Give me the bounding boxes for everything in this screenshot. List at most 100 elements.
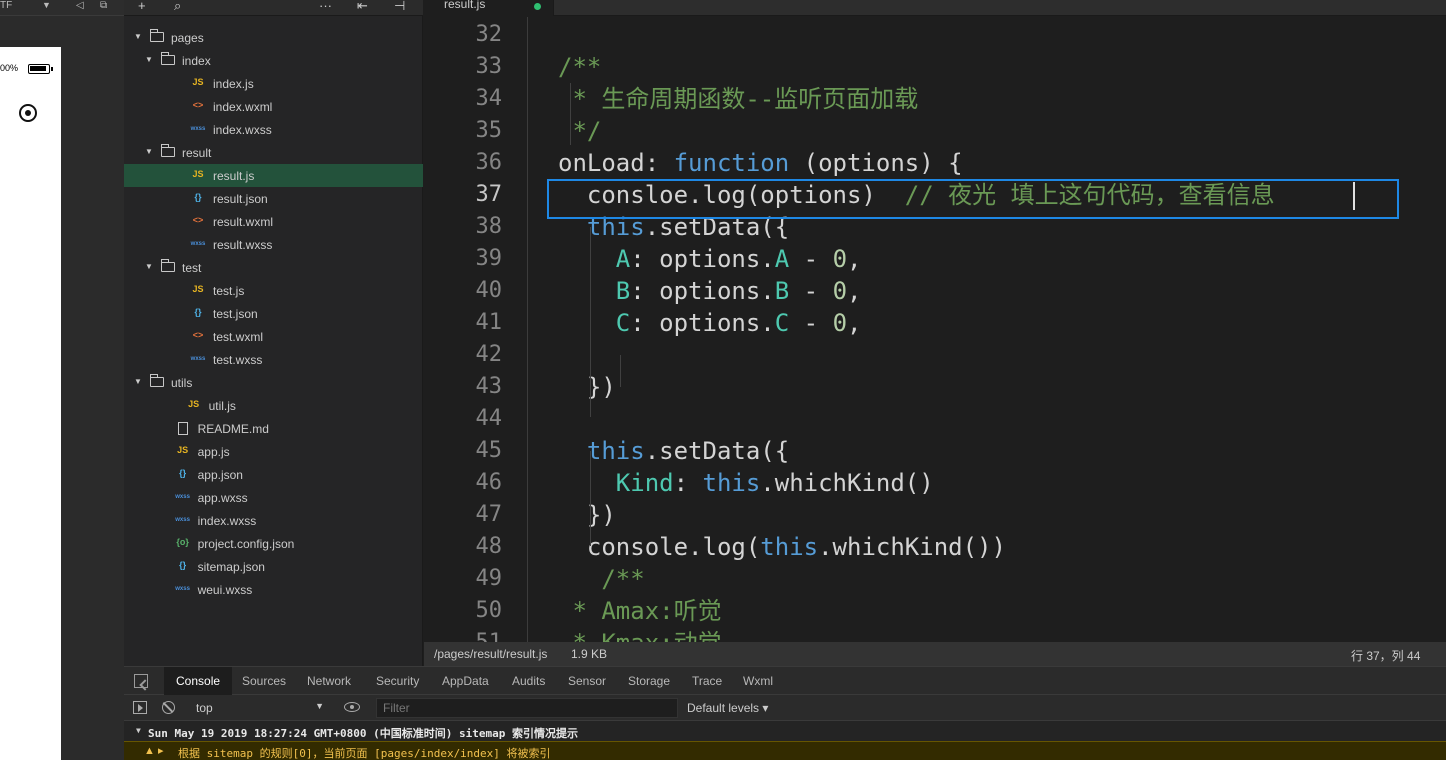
tree-item[interactable]: {} test.json (124, 302, 423, 325)
tree-item[interactable]: wxss index.wxss (124, 509, 423, 532)
log-group-text: Sun May 19 2019 18:27:24 GMT+0800 (中国标准时… (148, 727, 579, 740)
tree-item[interactable]: {} app.json (124, 463, 423, 486)
more-icon[interactable]: ··· (319, 0, 332, 13)
chevron-down-icon[interactable]: ▼ (145, 147, 153, 156)
status-bar: /pages/result/result.js 1.9 KB 行 37，列 44 (424, 642, 1446, 666)
devtools-tabbar: Console Sources Network Security AppData Audi… (124, 667, 1446, 695)
console-log: ▼ Sun May 19 2019 18:27:24 GMT+0800 (中国标… (124, 721, 1446, 760)
code-editor[interactable]: 32 33 /** 34 * 生命周期函数--监听页面加载 35 */ 36 onLoad:… (424, 17, 1446, 642)
json-file-icon: {} (179, 468, 187, 478)
inspect-element-icon[interactable] (134, 674, 148, 688)
chevron-down-icon[interactable]: ▼ (145, 55, 153, 64)
tab-network[interactable]: Network (295, 667, 363, 695)
code-line[interactable]: }) (558, 371, 616, 403)
wxss-file-icon: wxss (190, 356, 206, 362)
chevron-down-icon[interactable]: ▼ (42, 0, 51, 10)
tree-item-label: test.js (213, 284, 245, 298)
code-line[interactable]: console.log(this.whichKind()) (558, 531, 1006, 563)
record-button-icon[interactable] (19, 104, 37, 122)
code-line[interactable]: C: options.C - 0, (558, 307, 862, 339)
code-token: console.log( (558, 533, 761, 561)
code-line[interactable]: A: options.A - 0, (558, 243, 862, 275)
line-number: 32 (475, 22, 503, 47)
tree-item[interactable]: ▼ utils (124, 371, 423, 394)
tab-wxml[interactable]: Wxml (731, 667, 785, 695)
device-select[interactable]: TF (0, 0, 12, 11)
cursor-position[interactable]: 行 37，列 44 (1351, 647, 1420, 664)
copy-icon[interactable]: ⧉ (100, 0, 107, 11)
tree-item[interactable]: wxss weui.wxss (124, 578, 423, 601)
code-line[interactable]: * Amax:听觉 (558, 595, 721, 627)
line-number: 45 (475, 438, 503, 463)
code-token: 0 (832, 245, 848, 273)
code-line[interactable]: /** (558, 51, 601, 83)
wxml-file-icon: <> (192, 330, 204, 340)
tree-item[interactable]: wxss test.wxss (124, 348, 423, 371)
tab-audits[interactable]: Audits (500, 667, 557, 695)
indent-guide (570, 83, 571, 145)
code-line[interactable]: * 生命周期函数--监听页面加载 (558, 83, 918, 115)
code-line[interactable]: }) (558, 499, 616, 531)
battery-icon (28, 64, 53, 74)
expand-arrow-icon[interactable]: ▼ (136, 726, 141, 735)
code-line[interactable]: /** (558, 563, 644, 595)
code-line[interactable]: */ (558, 115, 601, 147)
tree-item[interactable]: ▼ index (124, 49, 423, 72)
tree-item[interactable]: JS result.js (124, 164, 423, 187)
tree-item[interactable]: ▼ test (124, 256, 423, 279)
code-token: Kind (558, 469, 674, 497)
code-line[interactable]: B: options.B - 0, (558, 275, 862, 307)
code-line[interactable]: this.setData({ (558, 435, 789, 467)
log-levels-select[interactable]: Default levels ▾ (687, 701, 768, 715)
code-token: .whichKind()) (818, 533, 1006, 561)
log-warning-text: 根据 sitemap 的规则[0]，当前页面 [pages/index/inde… (178, 747, 551, 760)
tab-result-js[interactable]: result.js (424, 0, 554, 16)
tab-sources[interactable]: Sources (230, 667, 298, 695)
tree-item[interactable]: ▼ result (124, 141, 423, 164)
tab-sensor[interactable]: Sensor (556, 667, 618, 695)
tree-item[interactable]: <> test.wxml (124, 325, 423, 348)
tree-item[interactable]: JS index.js (124, 72, 423, 95)
tab-appdata[interactable]: AppData (430, 667, 501, 695)
tab-storage[interactable]: Storage (616, 667, 682, 695)
tree-item[interactable]: README.md (124, 417, 423, 440)
chevron-down-icon[interactable]: ▼ (134, 32, 142, 41)
tab-trace[interactable]: Trace (680, 667, 734, 695)
split-icon[interactable]: ⊣ (394, 0, 405, 14)
add-file-icon[interactable]: + (138, 0, 146, 13)
chevron-down-icon[interactable]: ▼ (145, 262, 153, 271)
tree-item[interactable]: ▼ pages (124, 26, 423, 49)
tree-item[interactable]: wxss result.wxss (124, 233, 423, 256)
volume-icon[interactable]: ◁ (76, 0, 84, 11)
tree-item[interactable]: wxss app.wxss (124, 486, 423, 509)
tree-item[interactable]: {} sitemap.json (124, 555, 423, 578)
tree-item-label: test.json (213, 307, 258, 321)
tree-item[interactable]: JS test.js (124, 279, 423, 302)
tree-item-label: sitemap.json (197, 560, 265, 574)
tree-item[interactable]: {} result.json (124, 187, 423, 210)
code-line[interactable]: onLoad: function (options) { (558, 147, 963, 179)
code-token: A (558, 245, 631, 273)
folder-icon (161, 144, 175, 157)
code-line[interactable]: Kind: this.whichKind() (558, 467, 934, 499)
code-line[interactable]: * Kmax:动觉 (558, 627, 721, 642)
tree-item[interactable]: <> result.wxml (124, 210, 423, 233)
tree-item[interactable]: JS util.js (124, 394, 423, 417)
tab-console[interactable]: Console (164, 667, 233, 695)
line-number: 41 (475, 310, 503, 335)
line-number: 49 (475, 566, 503, 591)
search-icon[interactable]: ⌕ (174, 0, 181, 14)
context-select[interactable]: top ▼ (188, 698, 328, 718)
tree-item[interactable]: JS app.js (124, 440, 423, 463)
tree-item[interactable]: {o} project.config.json (124, 532, 423, 555)
console-filter-input[interactable] (376, 698, 678, 718)
tree-item[interactable]: wxss index.wxss (124, 118, 423, 141)
tab-security[interactable]: Security (364, 667, 431, 695)
code-token: function (673, 149, 790, 177)
collapse-icon[interactable]: ⇤ (357, 0, 368, 14)
live-expression-eye-icon[interactable] (344, 702, 360, 712)
tree-item[interactable]: <> index.wxml (124, 95, 423, 118)
show-sidebar-icon[interactable] (133, 701, 147, 714)
clear-console-icon[interactable] (162, 701, 175, 714)
chevron-down-icon[interactable]: ▼ (134, 377, 142, 386)
